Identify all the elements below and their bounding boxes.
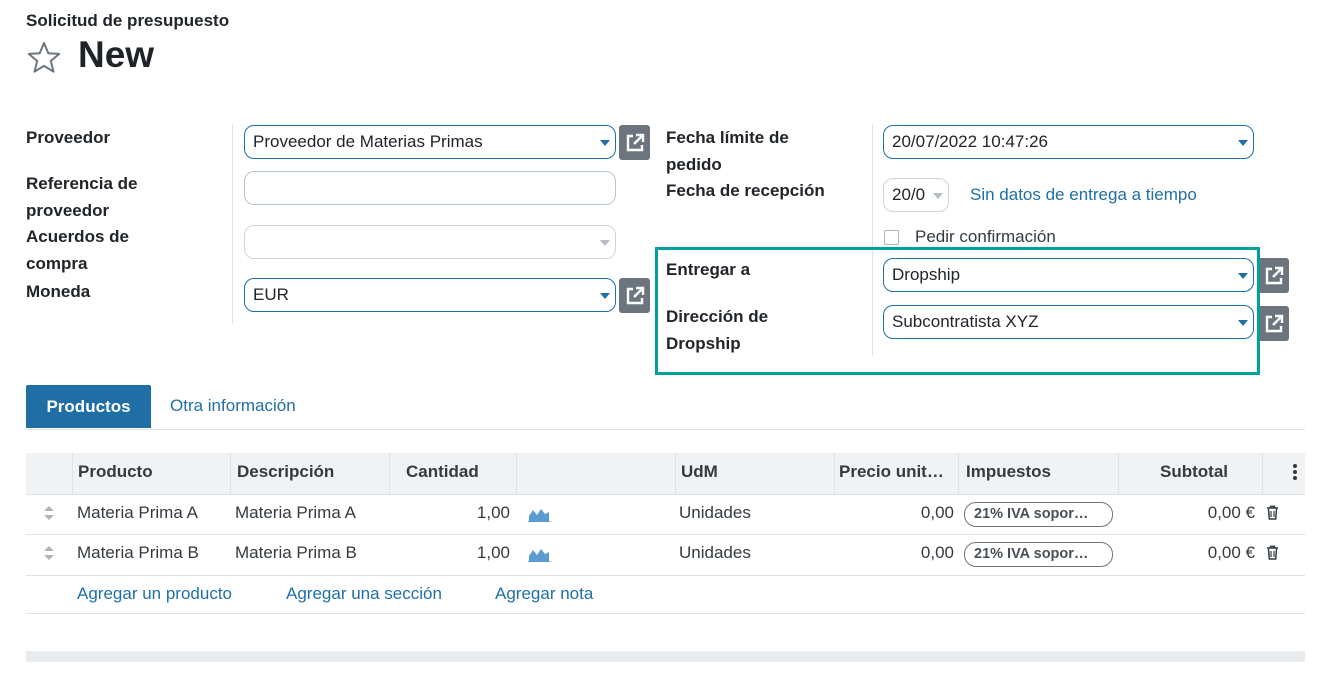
horizontal-scrollbar[interactable] xyxy=(26,651,1305,662)
add-product-link[interactable]: Agregar un producto xyxy=(77,584,232,604)
table-row-uom[interactable]: Unidades xyxy=(679,543,751,563)
vendor-reference-label: Referencia de proveedor xyxy=(26,174,138,220)
table-header xyxy=(26,453,1305,494)
tab-other-info[interactable]: Otra información xyxy=(170,396,296,416)
chevron-down-icon xyxy=(600,240,610,246)
order-deadline-datetime[interactable]: 20/07/2022 10:47:26 xyxy=(883,125,1254,159)
chevron-down-icon xyxy=(600,293,610,299)
trash-icon[interactable] xyxy=(1266,545,1279,560)
table-row-quantity[interactable]: 1,00 xyxy=(390,503,510,523)
column-header-subtotal[interactable]: Subtotal xyxy=(1160,462,1228,482)
forecast-chart-icon[interactable] xyxy=(528,506,550,522)
table-row-uom[interactable]: Unidades xyxy=(679,503,751,523)
star-icon[interactable] xyxy=(26,40,62,76)
breadcrumb[interactable]: Solicitud de presupuesto xyxy=(26,11,229,31)
drag-handle-icon[interactable] xyxy=(43,505,55,521)
chevron-down-icon xyxy=(933,193,943,199)
vendor-label: Proveedor xyxy=(26,128,111,147)
order-deadline-label: Fecha límite de pedido xyxy=(666,128,789,174)
vendor-reference-input[interactable] xyxy=(244,171,616,205)
chevron-down-icon xyxy=(1238,140,1248,146)
currency-external-link-button[interactable] xyxy=(619,278,650,313)
table-divider xyxy=(26,494,1305,495)
dropship-highlight-box xyxy=(655,247,1260,375)
vendor-select[interactable]: Proveedor de Materias Primas xyxy=(244,125,616,159)
receipt-date-input[interactable]: 20/0 xyxy=(883,178,949,212)
vendor-external-link-button[interactable] xyxy=(619,125,650,160)
on-time-delivery-link[interactable]: Sin datos de entrega a tiempo xyxy=(970,185,1197,205)
currency-select[interactable]: EUR xyxy=(244,278,616,312)
purchase-agreement-select[interactable] xyxy=(244,225,616,259)
tab-products[interactable]: Productos xyxy=(26,385,151,428)
tab-divider xyxy=(26,429,1305,430)
table-divider xyxy=(26,575,1305,576)
add-note-link[interactable]: Agregar nota xyxy=(495,584,593,604)
table-row-product[interactable]: Materia Prima B xyxy=(77,543,199,563)
chevron-down-icon xyxy=(600,140,610,146)
tax-badge[interactable]: 21% IVA sopor… xyxy=(964,542,1113,567)
column-header-uom[interactable]: UdM xyxy=(681,462,718,482)
table-divider xyxy=(26,613,1305,614)
dropship-address-external-link-button[interactable] xyxy=(1258,306,1289,341)
kebab-menu-icon[interactable] xyxy=(1290,462,1300,482)
deliver-to-external-link-button[interactable] xyxy=(1258,258,1289,293)
forecast-chart-icon[interactable] xyxy=(528,546,550,562)
table-row-product[interactable]: Materia Prima A xyxy=(77,503,198,523)
table-row-description[interactable]: Materia Prima A xyxy=(235,503,356,523)
purchase-agreement-label: Acuerdos de compra xyxy=(26,227,129,273)
page-title: New xyxy=(78,34,155,75)
external-link-icon xyxy=(626,133,644,151)
field-separator xyxy=(232,124,233,324)
column-header-unit-price[interactable]: Precio unit… xyxy=(839,462,944,482)
column-header-quantity[interactable]: Cantidad xyxy=(406,462,479,482)
currency-label: Moneda xyxy=(26,282,91,301)
ask-confirmation-checkbox[interactable] xyxy=(884,230,899,245)
table-row-description[interactable]: Materia Prima B xyxy=(235,543,357,563)
external-link-icon xyxy=(626,286,644,304)
column-header-taxes[interactable]: Impuestos xyxy=(966,462,1051,482)
external-link-icon xyxy=(1265,266,1283,284)
drag-handle-icon[interactable] xyxy=(43,545,55,561)
receipt-date-label: Fecha de recepción xyxy=(666,181,825,200)
add-section-link[interactable]: Agregar una sección xyxy=(286,584,442,604)
table-divider xyxy=(26,534,1305,535)
table-row-subtotal: 0,00 € xyxy=(1207,503,1255,522)
ask-confirmation-label: Pedir confirmación xyxy=(915,227,1056,246)
table-row-quantity[interactable]: 1,00 xyxy=(390,543,510,563)
trash-icon[interactable] xyxy=(1266,505,1279,520)
tax-badge[interactable]: 21% IVA sopor… xyxy=(964,502,1113,527)
external-link-icon xyxy=(1265,314,1283,332)
table-row-subtotal: 0,00 € xyxy=(1207,543,1255,562)
column-header-description[interactable]: Descripción xyxy=(237,462,334,482)
table-row-price[interactable]: 0,00 xyxy=(835,503,954,523)
column-header-product[interactable]: Producto xyxy=(78,462,153,482)
table-row-price[interactable]: 0,00 xyxy=(835,543,954,563)
